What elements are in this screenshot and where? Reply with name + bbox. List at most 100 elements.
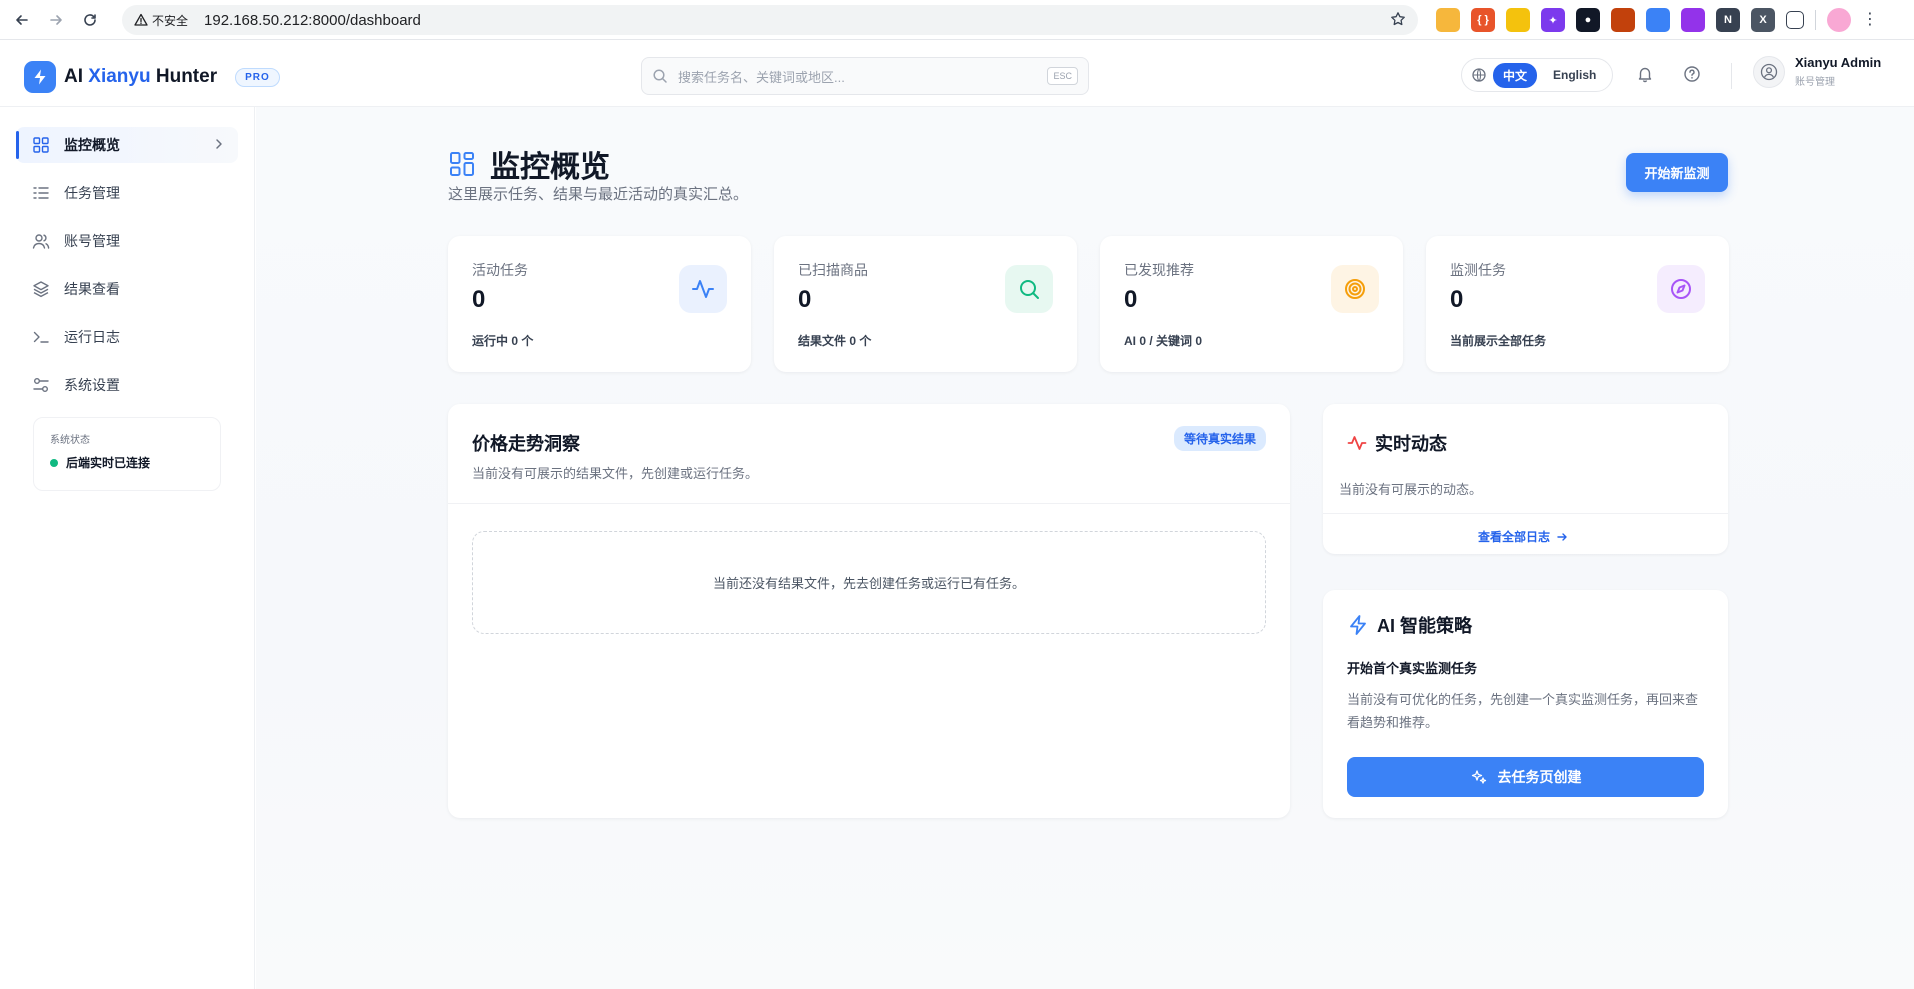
bolt-icon xyxy=(24,61,56,93)
users-icon xyxy=(32,234,50,249)
bolt-icon xyxy=(1350,615,1366,635)
sidebar-item-overview[interactable]: 监控概览 xyxy=(16,127,238,163)
empty-results-placeholder: 当前还没有结果文件，先去创建任务或运行已有任务。 xyxy=(472,531,1266,634)
pro-badge: PRO xyxy=(235,67,280,87)
realtime-activity-card: 实时动态 当前没有可展示的动态。 查看全部日志 xyxy=(1323,404,1728,554)
brand-logo[interactable]: AI Xianyu Hunter PRO xyxy=(24,61,280,93)
sidebar: 监控概览 任务管理 账号管理 结果查看 运行日志 系统设置 系统状态 后端实时已… xyxy=(0,107,255,989)
realtime-title: 实时动态 xyxy=(1375,434,1447,454)
status-dot-icon xyxy=(50,458,58,467)
price-trend-title: 价格走势洞察 xyxy=(472,434,580,454)
search-shortcut-hint: ESC xyxy=(1047,67,1078,85)
insecure-indicator[interactable]: 不安全 xyxy=(132,9,196,32)
profile-avatar-icon[interactable] xyxy=(1827,8,1851,32)
price-trend-subtitle: 当前没有可展示的结果文件，先创建或运行任务。 xyxy=(472,466,759,481)
app-header: AI Xianyu Hunter PRO 搜索任务名、关键词或地区... ESC… xyxy=(0,41,1914,107)
layers-icon xyxy=(33,281,49,298)
compass-icon xyxy=(1657,265,1705,313)
extension-purple-icon[interactable]: ✦ xyxy=(1541,8,1565,32)
stat-card-monitor-tasks: 监测任务 0 当前展示全部任务 xyxy=(1426,236,1729,372)
extension-notes-icon[interactable] xyxy=(1436,8,1460,32)
sidebar-item-logs[interactable]: 运行日志 xyxy=(16,319,238,355)
ai-strategy-heading: 开始首个真实监测任务 xyxy=(1347,661,1478,676)
extension-x-icon[interactable]: X xyxy=(1751,8,1775,32)
system-status-title: 系统状态 xyxy=(50,435,90,446)
reload-icon[interactable] xyxy=(78,8,102,32)
card-divider xyxy=(448,503,1290,504)
header-divider xyxy=(1731,63,1732,89)
view-all-logs-label: 查看全部日志 xyxy=(1478,530,1551,544)
bookmark-star-icon[interactable] xyxy=(1390,11,1406,30)
grid-icon xyxy=(450,152,474,176)
insecure-label: 不安全 xyxy=(152,13,189,28)
menu-icon[interactable]: ⋮ xyxy=(1862,12,1878,28)
help-icon[interactable] xyxy=(1683,65,1701,86)
toolbar-divider xyxy=(1815,10,1816,30)
address-bar[interactable]: 不安全 192.168.50.212:8000/dashboard xyxy=(122,5,1418,35)
url-text[interactable]: 192.168.50.212:8000/dashboard xyxy=(204,12,421,29)
system-status-card: 系统状态 后端实时已连接 xyxy=(33,417,221,491)
main-content: 监控概览 这里展示任务、结果与最近活动的真实汇总。 开始新监测 活动任务 0 运… xyxy=(256,107,1914,989)
list-icon xyxy=(33,187,49,199)
terminal-icon xyxy=(33,331,49,343)
sidebar-item-label: 结果查看 xyxy=(64,281,120,297)
empty-results-text: 当前还没有结果文件，先去创建任务或运行已有任务。 xyxy=(712,576,1025,591)
start-monitoring-button[interactable]: 开始新监测 xyxy=(1626,153,1728,192)
sidebar-item-tasks[interactable]: 任务管理 xyxy=(16,175,238,211)
forward-icon[interactable] xyxy=(44,8,68,32)
stat-footnote: AI 0 / 关键词 0 xyxy=(1124,334,1203,348)
user-menu[interactable]: Xianyu Admin 账号管理 xyxy=(1753,55,1881,88)
activity-icon xyxy=(679,265,727,313)
ai-strategy-description: 当前没有可优化的任务，先创建一个真实监测任务，再回来查看趋势和推荐。 xyxy=(1347,692,1699,730)
stat-card-recommendations: 已发现推荐 0 AI 0 / 关键词 0 xyxy=(1100,236,1403,372)
back-icon[interactable] xyxy=(10,8,34,32)
user-avatar-icon xyxy=(1753,55,1785,88)
price-trend-card: 价格走势洞察 等待真实结果 当前没有可展示的结果文件，先创建或运行任务。 当前还… xyxy=(448,404,1290,818)
extensions-puzzle-icon[interactable] xyxy=(1786,11,1804,29)
bell-icon[interactable] xyxy=(1636,65,1654,86)
globe-icon xyxy=(1472,68,1486,82)
sidebar-item-settings[interactable]: 系统设置 xyxy=(16,367,238,403)
language-switcher: 中文 English xyxy=(1461,58,1613,92)
search-icon xyxy=(1005,265,1053,313)
sidebar-item-label: 监控概览 xyxy=(64,137,120,153)
stat-footnote: 结果文件 0 个 xyxy=(798,334,872,348)
chevron-right-icon xyxy=(216,139,222,149)
ai-strategy-card: AI 智能策略 开始首个真实监测任务 当前没有可优化的任务，先创建一个真实监测任… xyxy=(1323,590,1728,818)
extension-color-icon[interactable] xyxy=(1646,8,1670,32)
card-divider xyxy=(1323,513,1728,514)
extension-fox-icon[interactable] xyxy=(1611,8,1635,32)
lang-option-en[interactable]: English xyxy=(1543,64,1606,86)
extension-gift-icon[interactable] xyxy=(1681,8,1705,32)
pulse-icon xyxy=(1347,436,1367,450)
target-icon xyxy=(1331,265,1379,313)
sidebar-item-label: 账号管理 xyxy=(64,233,120,249)
search-icon xyxy=(653,69,667,83)
view-all-logs-link[interactable]: 查看全部日志 xyxy=(1478,528,1568,545)
lang-option-zh[interactable]: 中文 xyxy=(1493,62,1538,88)
extension-json-icon[interactable]: { } xyxy=(1471,8,1495,32)
browser-toolbar: 不安全 192.168.50.212:8000/dashboard { } ✦ … xyxy=(0,0,1914,40)
extension-yellow-icon[interactable] xyxy=(1506,8,1530,32)
stat-footnote: 运行中 0 个 xyxy=(472,334,534,348)
search-input[interactable]: 搜索任务名、关键词或地区... xyxy=(678,67,1047,86)
grid-icon xyxy=(33,137,49,153)
sliders-icon xyxy=(33,378,49,392)
user-subtitle: 账号管理 xyxy=(1795,77,1835,88)
user-name: Xianyu Admin xyxy=(1795,55,1882,70)
sidebar-item-accounts[interactable]: 账号管理 xyxy=(16,223,238,259)
extension-dark-icon[interactable]: ● xyxy=(1576,8,1600,32)
sparkles-icon xyxy=(1471,770,1486,784)
sidebar-item-results[interactable]: 结果查看 xyxy=(16,271,238,307)
stat-card-scanned-items: 已扫描商品 0 结果文件 0 个 xyxy=(774,236,1077,372)
go-create-task-button[interactable]: 去任务页创建 xyxy=(1347,757,1704,797)
stat-footnote: 当前展示全部任务 xyxy=(1450,334,1547,348)
system-status-text: 后端实时已连接 xyxy=(66,456,151,470)
stat-card-active-tasks: 活动任务 0 运行中 0 个 xyxy=(448,236,751,372)
warning-icon xyxy=(134,13,148,26)
global-search[interactable]: 搜索任务名、关键词或地区... ESC xyxy=(641,57,1089,95)
realtime-empty-text: 当前没有可展示的动态。 xyxy=(1339,482,1483,497)
extension-n-icon[interactable]: N xyxy=(1716,8,1740,32)
arrow-right-icon xyxy=(1557,532,1567,541)
sidebar-item-label: 任务管理 xyxy=(64,185,120,201)
